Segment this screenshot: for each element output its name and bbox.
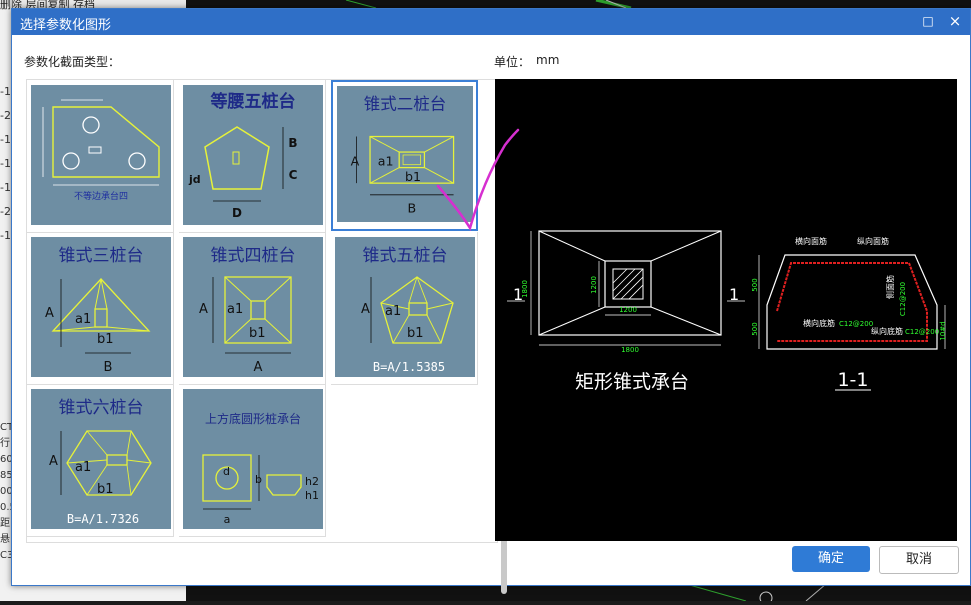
thumb-dim-label: A xyxy=(199,302,208,317)
shape-thumbnail: 锥式三桩台 A a1 b1 B xyxy=(31,237,171,377)
rebar-spec: C12@200 xyxy=(899,282,907,316)
shape-thumbnail: 不等边承台四 xyxy=(31,85,171,225)
thumb-dim-label: A xyxy=(49,454,58,469)
thumb-formula: B=A/1.5385 xyxy=(373,360,445,374)
shape-item-cone-5-pile[interactable]: 锥式五桩台 A a1 b1 B=A/1.5385 xyxy=(331,232,478,385)
rebar-label-side: 侧面筋 xyxy=(885,275,895,299)
shape-thumbnail: 锥式五桩台 A a1 b1 B=A/1.5385 xyxy=(335,237,475,377)
shape-thumbnail: 上方底圆形桩承台 d b a h2 h1 xyxy=(183,389,323,529)
rebar-label-bot-v: 纵向底筋 xyxy=(871,326,903,336)
thumb-dim-label: h2 xyxy=(305,475,319,488)
thumb-dim-label: a1 xyxy=(385,304,401,319)
preview-caption-section: 1-1 xyxy=(837,369,868,391)
rebar-label-top-v: 纵向面筋 xyxy=(857,236,889,246)
shape-item-cone-2-pile[interactable]: 锥式二桩台 A a1 b1 B xyxy=(331,80,478,231)
section-type-label: 参数化截面类型： xyxy=(24,55,121,69)
unit-label: 单位： xyxy=(494,55,531,69)
thumb-dim-label: a1 xyxy=(75,312,91,327)
ok-button[interactable]: 确定 xyxy=(792,546,870,572)
preview-dim: 1800 xyxy=(621,346,639,354)
shape-preview-canvas: 1800 1800 1200 1200 1 1 矩形锥式承台 500 500 横… xyxy=(495,79,957,541)
thumb-title: 上方底圆形桩承台 xyxy=(205,411,301,426)
shape-thumbnail: 锥式二桩台 A a1 b1 B xyxy=(337,86,473,222)
rebar-label-top-h: 横向面筋 xyxy=(795,236,827,246)
thumb-dim-label: A xyxy=(351,154,360,169)
thumb-dim-label: b1 xyxy=(249,326,266,341)
dialog-titlebar[interactable]: 选择参数化图形 □ × xyxy=(12,9,970,35)
thumb-dim-label: jd xyxy=(188,173,201,186)
shape-item-uneven-cap-4[interactable]: 不等边承台四 xyxy=(27,80,174,233)
thumb-dim-label: B xyxy=(104,360,113,375)
thumb-dim-label: D xyxy=(232,206,242,220)
rebar-spec: C12@200 xyxy=(905,328,939,336)
thumb-caption: 不等边承台四 xyxy=(74,190,128,202)
maximize-icon[interactable]: □ xyxy=(920,13,936,29)
preview-dim: 500 xyxy=(751,322,759,335)
preview-dim: 1200 xyxy=(619,306,637,314)
thumb-dim-label: a1 xyxy=(378,154,394,169)
shape-item-square-round-cap[interactable]: 上方底圆形桩承台 d b a h2 h1 xyxy=(179,384,326,537)
thumb-title: 锥式六桩台 xyxy=(59,398,144,418)
cancel-button[interactable]: 取消 xyxy=(879,546,959,574)
thumb-dim-label: a xyxy=(224,513,231,526)
thumb-dim-label: A xyxy=(361,302,370,317)
shape-grid: 不等边承台四 等腰五桩台 B C D jd 锥式二桩台 A a1 b1 B 锥式… xyxy=(26,79,507,594)
shape-thumbnail: 锥式四桩台 A a1 b1 A xyxy=(183,237,323,377)
thumb-dim-label: C xyxy=(289,168,298,182)
preview-caption-plan: 矩形锥式承台 xyxy=(575,371,689,393)
rebar-spec: 10#d xyxy=(939,321,947,340)
section-mark: 1 xyxy=(513,285,523,304)
close-icon[interactable]: × xyxy=(946,12,964,30)
thumb-dim-label: a1 xyxy=(75,460,91,475)
thumb-title: 锥式五桩台 xyxy=(363,246,448,266)
thumb-dim-label: b1 xyxy=(405,169,421,184)
thumb-dim-label: d xyxy=(223,465,230,478)
section-mark: 1 xyxy=(729,285,739,304)
rebar-spec: C12@200 xyxy=(839,320,873,328)
shape-item-isosceles-5-pile[interactable]: 等腰五桩台 B C D jd xyxy=(179,80,326,233)
select-shape-dialog: 选择参数化图形 □ × 参数化截面类型： 单位： mm 不等边承台四 等腰五桩台… xyxy=(11,8,971,594)
thumb-dim-label: B xyxy=(407,200,416,215)
thumb-dim-label: b1 xyxy=(97,332,114,347)
thumb-dim-label: a1 xyxy=(227,302,243,317)
preview-dim: 500 xyxy=(751,278,759,291)
thumb-title: 锥式二桩台 xyxy=(364,94,447,113)
thumb-dim-label: b xyxy=(255,473,262,486)
thumb-formula: B=A/1.7326 xyxy=(67,512,139,526)
thumb-title: 锥式四桩台 xyxy=(211,246,296,266)
shape-item-cone-4-pile[interactable]: 锥式四桩台 A a1 b1 A xyxy=(179,232,326,385)
shape-item-cone-3-pile[interactable]: 锥式三桩台 A a1 b1 B xyxy=(27,232,174,385)
shape-thumbnail: 锥式六桩台 A a1 b1 B=A/1.7326 xyxy=(31,389,171,529)
thumb-dim-label: B xyxy=(288,136,297,150)
preview-dim: 1200 xyxy=(590,276,598,294)
shape-item-cone-6-pile[interactable]: 锥式六桩台 A a1 b1 B=A/1.7326 xyxy=(27,384,174,537)
thumb-title: 等腰五桩台 xyxy=(211,91,296,112)
rebar-label-bot-h: 横向底筋 xyxy=(803,318,835,328)
thumb-dim-label: h1 xyxy=(305,489,319,502)
thumb-title: 锥式三桩台 xyxy=(59,246,144,266)
thumb-dim-label: b1 xyxy=(407,326,424,341)
dialog-title: 选择参数化图形 xyxy=(20,18,112,33)
shape-thumbnail: 等腰五桩台 B C D jd xyxy=(183,85,323,225)
thumb-dim-label: A xyxy=(254,360,263,375)
thumb-dim-label: A xyxy=(45,306,54,321)
unit-value: mm xyxy=(536,53,560,67)
thumb-dim-label: b1 xyxy=(97,482,114,497)
